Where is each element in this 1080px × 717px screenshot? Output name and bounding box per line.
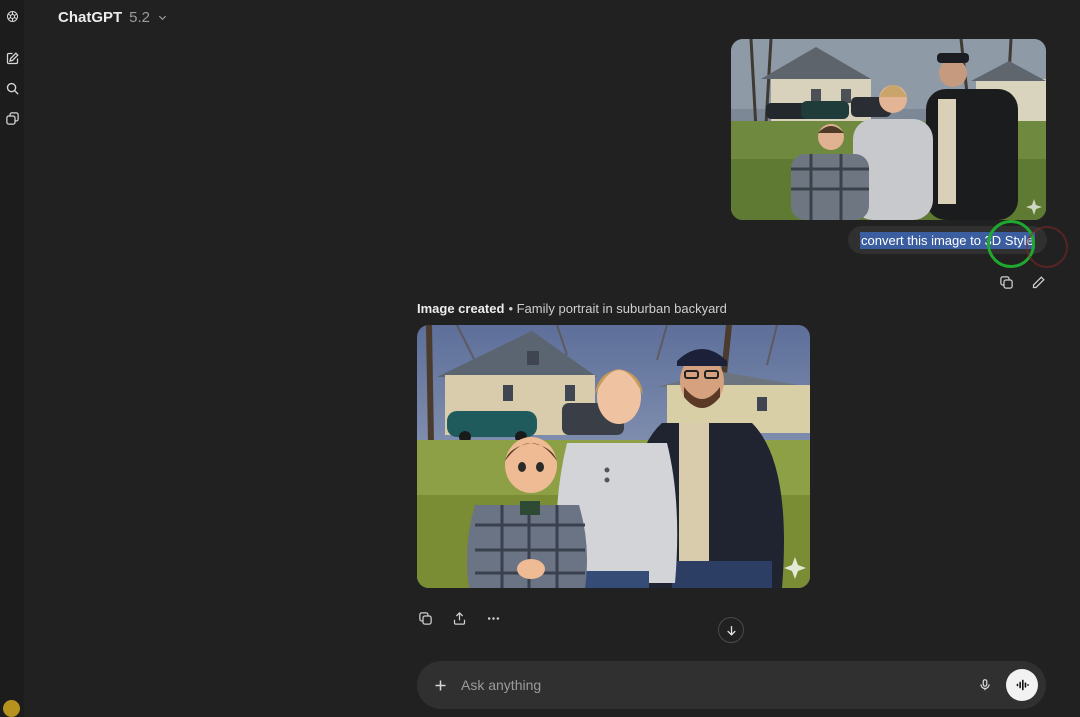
edit-pencil-icon[interactable] xyxy=(1028,272,1048,292)
copy-icon[interactable] xyxy=(415,608,435,628)
generated-image[interactable] xyxy=(417,325,810,588)
sidebar-rail xyxy=(0,0,24,717)
waveform-icon xyxy=(1016,679,1029,691)
scroll-to-bottom-button[interactable] xyxy=(718,617,744,643)
prompt-input[interactable] xyxy=(461,670,974,700)
share-icon[interactable] xyxy=(449,608,469,628)
voice-mode-button[interactable] xyxy=(1006,669,1038,701)
assistant-message-actions xyxy=(415,608,503,628)
image-created-caption: Image created • Family portrait in subur… xyxy=(417,301,727,316)
plus-icon xyxy=(435,680,445,690)
model-picker[interactable]: ChatGPT 5.2 xyxy=(58,7,168,27)
add-attachment-button[interactable] xyxy=(429,674,451,696)
user-avatar[interactable] xyxy=(3,700,20,717)
library-icon[interactable] xyxy=(2,108,22,128)
cursor-trail-ring xyxy=(1026,226,1068,268)
user-message-actions xyxy=(996,272,1048,292)
chevron-down-icon xyxy=(158,15,167,20)
model-name: ChatGPT xyxy=(58,8,123,26)
new-chat-icon[interactable] xyxy=(2,48,22,68)
more-options-icon[interactable] xyxy=(483,608,503,628)
arrow-down-icon xyxy=(726,625,736,636)
chatgpt-logo-icon[interactable] xyxy=(2,6,22,26)
caption-description: • Family portrait in suburban backyard xyxy=(508,301,727,316)
user-uploaded-image[interactable] xyxy=(731,39,1046,220)
copy-icon[interactable] xyxy=(996,272,1016,292)
microphone-icon xyxy=(980,679,990,691)
model-version: 5.2 xyxy=(129,8,151,26)
dictate-button[interactable] xyxy=(974,674,996,696)
search-icon[interactable] xyxy=(2,78,22,98)
caption-status: Image created xyxy=(417,301,505,316)
composer xyxy=(417,661,1046,709)
